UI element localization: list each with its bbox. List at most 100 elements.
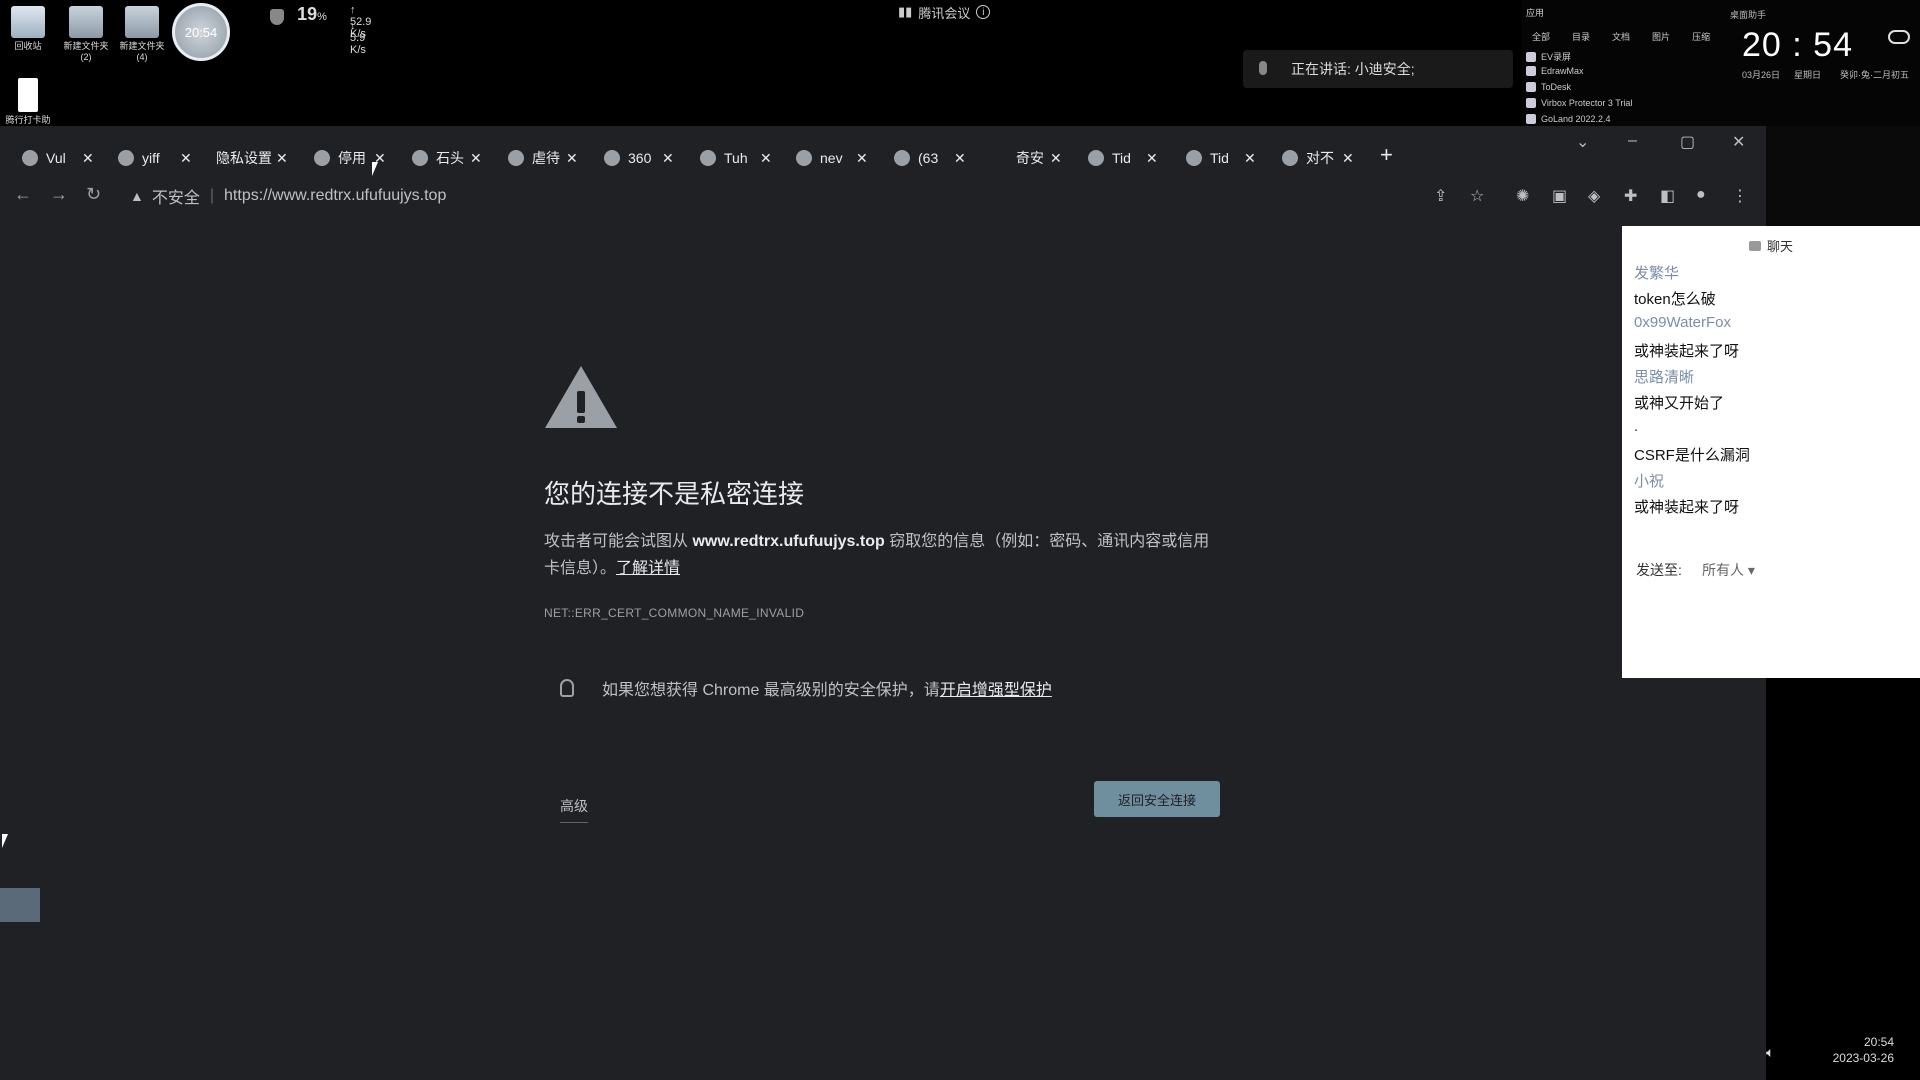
meeting-indicator[interactable]: ▮▮ 腾讯会议 i <box>898 0 991 24</box>
tab[interactable]: 隐私设置 <box>216 143 272 173</box>
tab[interactable]: Tid <box>1088 143 1131 173</box>
tab-label: 隐私设置 <box>216 150 272 166</box>
close-window-button[interactable]: ✕ <box>1732 132 1745 152</box>
tab-close-icon[interactable]: ✕ <box>180 143 192 173</box>
tab-close-icon[interactable]: ✕ <box>470 143 482 173</box>
back-to-safety-button[interactable]: 返回安全连接 <box>1094 781 1220 817</box>
app-label: GoLand 2022.2.4 <box>1541 114 1611 124</box>
side-panel-icon[interactable]: ◧ <box>1660 186 1675 206</box>
minimize-button[interactable]: – <box>1628 132 1637 150</box>
floating-menu-button[interactable] <box>0 888 40 922</box>
tab[interactable]: 石头 <box>412 143 464 173</box>
desktop-icon-folder-4[interactable]: 新建文件夹 (4) <box>116 6 168 63</box>
tab-search-icon[interactable]: ⌄ <box>1576 132 1589 152</box>
taskbar-time: 20:54 <box>1863 1035 1894 1049</box>
tab-close-icon[interactable]: ✕ <box>856 143 868 173</box>
tab[interactable]: 奇安 <box>1016 143 1044 173</box>
tab-close-icon[interactable]: ✕ <box>276 143 288 173</box>
clock-time: 20 : 54 <box>1742 26 1853 64</box>
browser-window: Vul ✕ yiff ✕ 隐私设置 ✕ 停用 ✕ 石头 ✕ 虐待 ✕ 360 ✕… <box>0 126 1766 1080</box>
desktop-icon-label: 新建文件夹 (4) <box>119 41 165 62</box>
profile-icon[interactable]: ● <box>1696 186 1706 204</box>
apps-tab[interactable]: 全部 <box>1532 30 1550 43</box>
menu-icon[interactable]: ⋮ <box>1732 186 1748 206</box>
desktop-icon-folder-2[interactable]: 新建文件夹 (2) <box>60 6 112 63</box>
chat-message: token怎么破 <box>1634 291 1716 308</box>
tab-label: 停用 <box>338 150 366 166</box>
tab-close-icon[interactable]: ✕ <box>1244 143 1256 173</box>
app-item[interactable]: ToDesk <box>1526 82 1571 92</box>
tab-close-icon[interactable]: ✕ <box>566 143 578 173</box>
enhanced-protection-link[interactable]: 开启增强型保护 <box>940 676 1052 700</box>
tab[interactable]: yiff <box>118 143 160 173</box>
chat-message: CSRF是什么漏洞 <box>1634 447 1750 464</box>
cpu-percent: 19 <box>297 4 318 24</box>
tab-label: Vul <box>46 150 66 166</box>
extension-icon[interactable]: ▣ <box>1552 186 1567 206</box>
microphone-icon <box>1259 61 1267 75</box>
apps-tab[interactable]: 图片 <box>1652 30 1670 43</box>
apps-tab[interactable]: 文档 <box>1612 30 1630 43</box>
apps-tab[interactable]: 目录 <box>1572 30 1590 43</box>
github-icon <box>796 150 812 166</box>
meeting-title: 腾讯会议 <box>918 5 971 21</box>
tab-close-icon[interactable]: ✕ <box>82 143 94 173</box>
send-to-select[interactable]: 所有人 ▾ <box>1702 560 1755 580</box>
tab[interactable]: 虐待 <box>508 143 560 173</box>
apps-tab[interactable]: 压缩 <box>1692 30 1710 43</box>
tab[interactable]: (63 <box>894 143 938 173</box>
tab-close-icon[interactable]: ✕ <box>954 143 966 173</box>
percent-unit: % <box>317 11 327 23</box>
address-bar[interactable]: ▲ 不安全 | https://www.redtrx.ufufuujys.top <box>130 182 446 210</box>
desktop-icon-recycle-bin[interactable]: 回收站 <box>2 6 54 52</box>
tab[interactable]: 停用 <box>314 143 366 173</box>
app-item[interactable]: EV录屏 <box>1526 50 1571 63</box>
puzzle-icon[interactable]: ✚ <box>1624 186 1637 206</box>
wikipedia-icon <box>1088 150 1104 166</box>
tab[interactable]: 对不 <box>1282 143 1334 173</box>
tab-close-icon[interactable]: ✕ <box>1050 143 1062 173</box>
clock-date: 03月26日 <box>1742 70 1781 80</box>
speaking-text: 正在讲话: 小迪安全; <box>1291 61 1415 77</box>
app-label: Virbox Protector 3 Trial <box>1541 98 1633 108</box>
recycle-bin-icon <box>11 6 45 38</box>
extension-icon[interactable]: ◈ <box>1588 186 1600 206</box>
tab-label: yiff <box>142 150 160 166</box>
volume-icon[interactable]: 🔈︎ <box>1766 1044 1774 1061</box>
new-tab-button[interactable]: + <box>1380 142 1393 168</box>
tab[interactable]: 360 <box>604 143 651 173</box>
back-icon[interactable]: ← <box>14 184 32 205</box>
signal-icon: ▮▮ <box>898 4 913 19</box>
info-icon[interactable]: i <box>976 5 991 19</box>
tab-close-icon[interactable]: ✕ <box>1342 143 1354 173</box>
tab-close-icon[interactable]: ✕ <box>662 143 674 173</box>
error-code: NET::ERR_CERT_COMMON_NAME_INVALID <box>544 606 805 620</box>
bookmark-star-icon[interactable]: ☆ <box>1470 186 1484 206</box>
learn-more-link[interactable]: 了解详情 <box>616 560 680 577</box>
tab-close-icon[interactable]: ✕ <box>1146 143 1158 173</box>
tab[interactable]: nev <box>796 143 843 173</box>
app-item[interactable]: GoLand 2022.2.4 <box>1526 114 1611 124</box>
chat-message: 或神装起来了呀 <box>1634 343 1740 360</box>
mouse-cursor <box>372 162 378 176</box>
folder-icon <box>69 6 103 38</box>
tab-close-icon[interactable]: ✕ <box>760 143 772 173</box>
enhanced-protection-tip: 如果您想获得 Chrome 最高级别的安全保护，请 开启增强型保护 <box>560 676 1210 700</box>
clock-lunar: 癸卯·兔·二月初五 <box>1840 70 1909 80</box>
app-icon <box>1526 82 1536 92</box>
extension-icon[interactable]: ✺ <box>1516 186 1529 206</box>
app-icon <box>1526 51 1536 62</box>
app-item[interactable]: EdrawMax <box>1526 66 1584 76</box>
reload-icon[interactable]: ↻ <box>86 184 101 205</box>
app-item[interactable]: Virbox Protector 3 Trial <box>1526 98 1632 108</box>
mouse-cursor <box>2 834 8 848</box>
chat-sender: 小祝 <box>1634 473 1665 490</box>
tab[interactable]: Tuh <box>700 143 748 173</box>
download-rate: ↓ 5.9 K/s <box>350 20 366 56</box>
forward-icon[interactable]: → <box>50 184 68 205</box>
tab[interactable]: Tid <box>1186 143 1229 173</box>
advanced-button[interactable]: 高级 <box>560 796 588 823</box>
share-icon[interactable]: ⇪ <box>1434 186 1447 206</box>
maximize-button[interactable]: ▢ <box>1680 132 1695 152</box>
tab[interactable]: Vul <box>22 143 66 173</box>
